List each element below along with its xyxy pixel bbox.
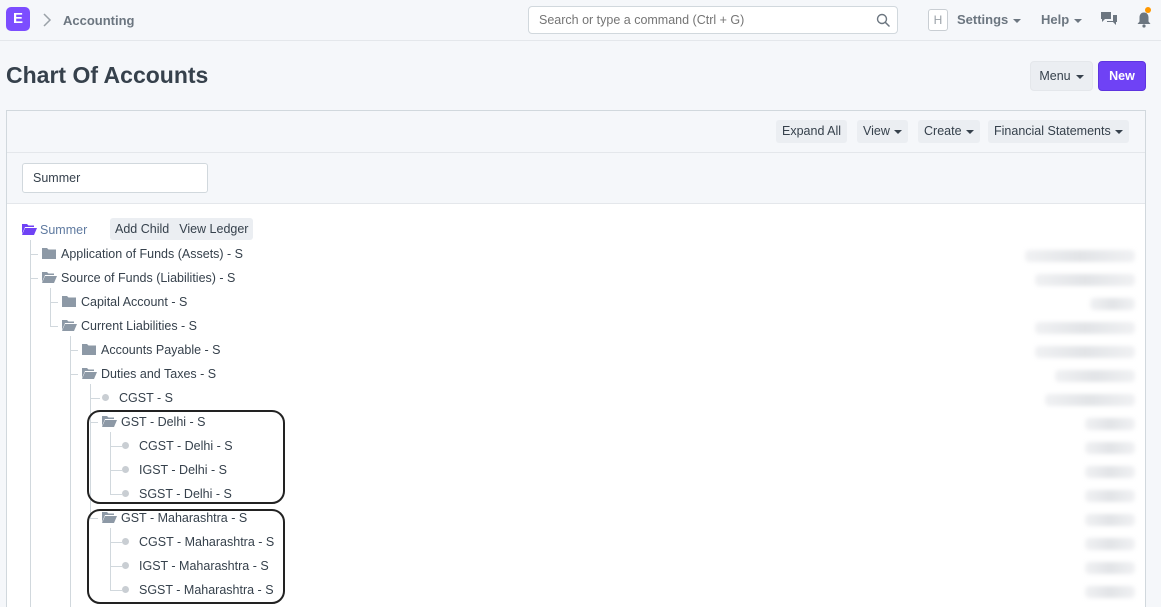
balance-value [1085,586,1135,598]
caret-down-icon [1075,74,1084,79]
tree-toolbar: Expand All View Create Financial Stateme… [7,111,1145,153]
tree-node[interactable]: Source of Funds (Liabilities) - S [42,268,282,288]
search-input[interactable] [539,13,859,27]
tree-connector [30,254,38,255]
highlight-box [87,410,285,504]
filter-area [7,153,1145,204]
balance-value [1035,322,1135,334]
view-dropdown[interactable]: View [857,120,908,143]
tree-connector [30,278,38,279]
tree-connector [50,288,51,326]
tree-connector [50,302,58,303]
balance-value [1045,394,1135,406]
tree-node[interactable]: Current Liabilities - S [62,316,262,336]
financial-statements-label: Financial Statements [994,124,1111,138]
balance-value [1035,346,1135,358]
balance-value [1085,562,1135,574]
highlight-box [87,509,285,604]
balance-value [1085,490,1135,502]
create-label: Create [924,124,962,138]
balance-value [1035,274,1135,286]
tree-node[interactable]: Duties and Taxes - S [82,364,282,384]
tree-connector [50,326,58,327]
tree-node-label: Summer [40,223,88,237]
balance-value [1085,442,1135,454]
app-logo[interactable]: E [6,7,30,31]
balance-value [1090,298,1135,310]
balance-value [1085,538,1135,550]
menu-label: Menu [1039,69,1071,83]
bell-icon[interactable] [1136,11,1152,28]
breadcrumb-accounting[interactable]: Accounting [63,13,135,28]
avatar[interactable]: H [928,9,948,31]
balance-value [1085,514,1135,526]
expand-all-button[interactable]: Expand All [776,120,848,143]
settings-dropdown[interactable]: Settings [957,12,1022,27]
tree-node-label: Current Liabilities - S [81,319,198,333]
chat-icon[interactable] [1100,11,1118,27]
caret-down-icon [1013,18,1022,23]
financial-statements-dropdown[interactable]: Financial Statements [988,120,1129,143]
tree-node-label: Application of Funds (Assets) - S [61,247,244,261]
tree-node[interactable]: Accounts Payable - S [82,340,282,360]
balance-value [1085,466,1135,478]
notification-dot [1145,7,1151,13]
tree-connector [70,374,78,375]
tree-node[interactable]: Capital Account - S [62,292,262,312]
help-dropdown[interactable]: Help [1041,12,1083,27]
caret-down-icon [1114,129,1123,134]
folder-icon [62,296,76,307]
balance-value [1085,418,1135,430]
new-button[interactable]: New [1098,61,1146,91]
tree-node-label: Duties and Taxes - S [101,367,217,381]
folder-open-icon [42,272,57,283]
tree-node[interactable]: Application of Funds (Assets) - S [42,244,282,264]
page-title: Chart Of Accounts [6,62,209,88]
create-dropdown[interactable]: Create [918,120,980,143]
tree-connector [70,350,78,351]
caret-down-icon [1074,18,1083,23]
search-bar[interactable] [528,6,898,34]
tree-node-label: Capital Account - S [81,295,188,309]
tree-connector [70,336,71,607]
navbar: E Accounting H Settings Help [0,0,1161,41]
leaf-dot-icon [102,394,109,401]
tree-node[interactable]: CGST - S [102,388,222,408]
tree-node-label: Source of Funds (Liabilities) - S [61,271,236,285]
balance-value [1055,370,1135,382]
folder-open-icon [82,368,97,379]
add-child-button[interactable]: Add Child [110,218,174,240]
tree-connector [90,398,100,399]
help-label: Help [1041,12,1070,27]
view-label: View [863,124,890,138]
view-ledger-button[interactable]: View Ledger [174,218,253,240]
tree-node-root[interactable]: Summer [22,220,102,240]
folder-open-icon [62,320,77,331]
folder-icon [82,344,96,355]
folder-open-icon [22,224,37,235]
tree-node-label: CGST - S [119,391,173,405]
caret-down-icon [965,129,974,134]
balance-value [1025,250,1135,262]
folder-icon [42,248,56,259]
settings-label: Settings [957,12,1009,27]
caret-down-icon [893,129,902,134]
node-actions: Add Child View Ledger [110,218,254,240]
menu-button[interactable]: Menu [1030,61,1093,91]
chevron-right-icon [43,13,52,27]
tree-connector [30,240,31,607]
tree-node-label: Accounts Payable - S [101,343,221,357]
search-icon [876,13,891,28]
company-filter-input[interactable] [22,163,208,193]
